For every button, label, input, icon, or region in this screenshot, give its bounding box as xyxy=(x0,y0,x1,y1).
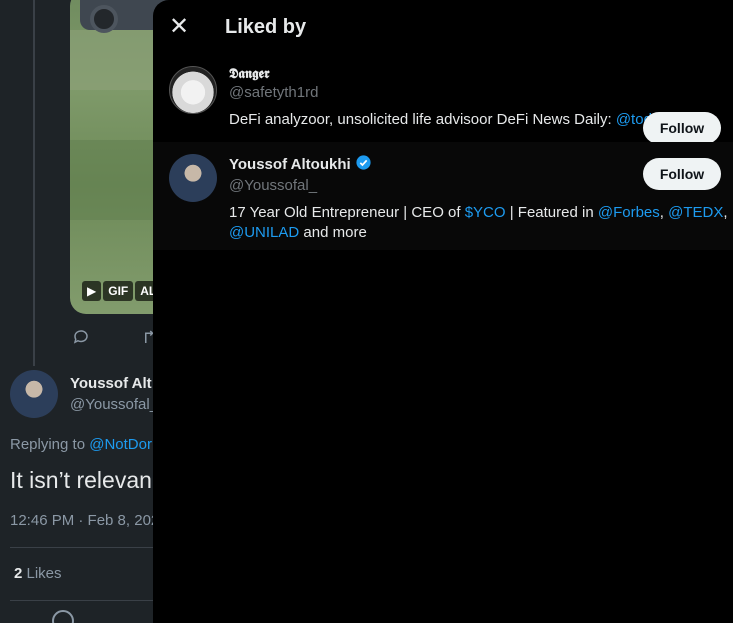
gif-controls: ▶ GIF AL xyxy=(82,281,162,301)
play-icon[interactable]: ▶ xyxy=(82,281,102,301)
author-name[interactable]: Youssof Alt xyxy=(70,375,152,392)
tweet-actions xyxy=(72,328,160,351)
reply-icon[interactable] xyxy=(52,610,74,623)
tweet-text: It isn’t relevan xyxy=(10,467,152,493)
modal-header: ✕ Liked by xyxy=(153,0,733,54)
avatar[interactable] xyxy=(169,66,217,114)
gif-badge: GIF xyxy=(103,281,134,301)
divider xyxy=(10,600,160,601)
thread-line xyxy=(33,0,35,366)
bio-cashtag-link[interactable]: $YCO xyxy=(465,204,506,221)
modal-title: Liked by xyxy=(225,15,307,38)
user-bio: 17 Year Old Entrepreneur | CEO of $YCO |… xyxy=(229,204,728,241)
verified-badge-icon xyxy=(355,154,372,175)
user-name[interactable]: Youssof Altoukhi xyxy=(229,156,351,173)
avatar[interactable] xyxy=(10,370,58,418)
author-handle[interactable]: @Youssofal_ xyxy=(70,396,158,413)
tweet-timestamp[interactable]: 12:46 PM · Feb 8, 202 xyxy=(10,512,159,529)
close-icon[interactable]: ✕ xyxy=(162,10,196,44)
avatar[interactable] xyxy=(169,154,217,202)
bio-mention-link[interactable]: @TEDX xyxy=(668,204,723,221)
follow-button[interactable]: Follow xyxy=(643,158,721,190)
replying-mention-link[interactable]: @NotDor xyxy=(89,436,152,453)
reply-icon[interactable] xyxy=(72,328,90,351)
divider xyxy=(10,547,160,548)
likes-count[interactable]: 2 Likes xyxy=(14,565,62,582)
replying-to: Replying to @NotDor xyxy=(10,436,152,453)
bio-mention-link[interactable]: @UNILAD xyxy=(229,224,299,241)
user-name[interactable]: 𝕯𝖆𝖓𝖌𝖊𝖗 xyxy=(229,66,270,82)
user-cell[interactable]: 𝕯𝖆𝖓𝖌𝖊𝖗 @safetyth1rd DeFi analyzoor, unso… xyxy=(153,54,733,144)
user-handle[interactable]: @safetyth1rd xyxy=(229,84,733,101)
liked-by-modal: ✕ Liked by 𝕯𝖆𝖓𝖌𝖊𝖗 @safetyth1rd DeFi anal… xyxy=(153,0,733,623)
follow-button[interactable]: Follow xyxy=(643,112,721,144)
bio-mention-link[interactable]: @Forbes xyxy=(598,204,660,221)
user-cell[interactable]: Youssof Altoukhi @Youssofal_ 17 Year Old… xyxy=(153,142,733,250)
